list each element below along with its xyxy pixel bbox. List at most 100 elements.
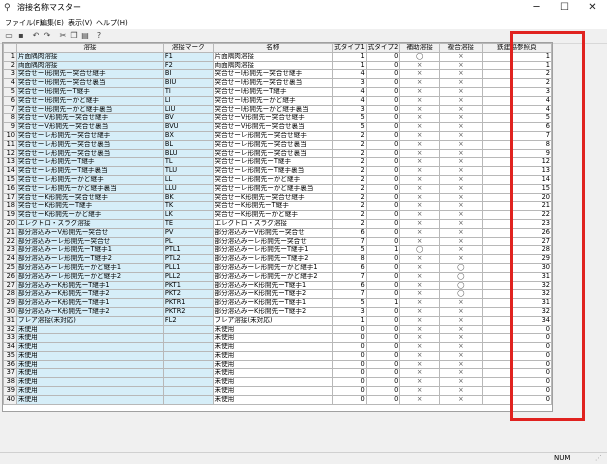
- name-cell[interactable]: 突合せーK形開先ーT継手: [212, 201, 334, 212]
- compound-cell[interactable]: ×: [439, 86, 483, 97]
- name-cell[interactable]: 突合せーK形開先ーかど継手: [212, 210, 334, 220]
- data-grid[interactable]: 溶接 溶接マーク 名称 式タイプ1 式タイプ2 補助溶接 複合溶接 鉄建協参照頁…: [2, 42, 553, 412]
- compound-cell[interactable]: ×: [439, 192, 483, 203]
- type2-cell[interactable]: 0: [365, 368, 401, 379]
- open-icon[interactable]: ▭: [4, 31, 14, 41]
- type1-cell[interactable]: 1: [332, 315, 367, 326]
- type2-cell[interactable]: 0: [365, 271, 401, 282]
- name-cell[interactable]: 突合せーレ形開先ーかど継手: [212, 174, 334, 185]
- maximize-button[interactable]: ☐: [551, 0, 578, 17]
- type2-cell[interactable]: 0: [365, 148, 401, 159]
- type1-cell[interactable]: 2: [332, 157, 367, 168]
- close-button[interactable]: ✕: [579, 0, 606, 17]
- compound-cell[interactable]: ×: [439, 183, 483, 194]
- weld-cell[interactable]: 突合せーレ形開先ー突合せ裏当: [15, 139, 164, 150]
- table-row[interactable]: 18 突合せーK形開先ーT継手 TK 突合せーK形開先ーT継手 2 0 × × 21: [3, 201, 552, 212]
- weld-cell[interactable]: 突合せーI形開先ー突合せ裏当: [15, 78, 164, 88]
- aux-cell[interactable]: ×: [399, 210, 441, 220]
- table-row[interactable]: 28 部分溶込みーK形開先ーT継手2 PKT2 部分溶込みーK形開先ーT継手2 7 0 × ◯…: [3, 289, 552, 300]
- type1-cell[interactable]: 4: [332, 95, 367, 106]
- compound-cell[interactable]: ×: [439, 306, 483, 317]
- type1-cell[interactable]: 7: [332, 271, 367, 282]
- type2-cell[interactable]: 0: [365, 350, 401, 361]
- name-cell[interactable]: 突合せーI形開先ーかど継手裏当: [212, 104, 334, 115]
- table-row[interactable]: 9 突合せーV形開先ー突合せ裏当 BVU 突合せーV形開先ー突合せ裏当 5 0 × × 6: [3, 122, 552, 132]
- copy-icon[interactable]: ❐: [69, 31, 79, 41]
- table-row[interactable]: 13 突合せーレ形開先ーT継手 TL 突合せーレ形開先ーT継手 2 0 × × 12: [3, 157, 552, 168]
- aux-cell[interactable]: ×: [399, 174, 441, 185]
- name-cell[interactable]: 部分溶込みーV形開先ー突合せ: [212, 227, 334, 238]
- type2-cell[interactable]: 0: [365, 60, 401, 71]
- aux-cell[interactable]: ×: [399, 183, 441, 194]
- compound-cell[interactable]: ◯: [439, 262, 483, 273]
- mark-cell[interactable]: PLL1: [162, 262, 214, 273]
- compound-cell[interactable]: ×: [439, 245, 483, 256]
- help-icon[interactable]: ?: [94, 31, 104, 41]
- table-row[interactable]: 34 未使用 未使用 0 0 × × 0: [3, 342, 552, 352]
- table-row[interactable]: 26 部分溶込みーレ形開先ーかど継手2 PLL2 部分溶込みーレ形開先ーかど継手2 7 0…: [3, 271, 552, 282]
- aux-cell[interactable]: ×: [399, 359, 441, 370]
- name-cell[interactable]: 突合せーI形開先ーT継手: [212, 86, 334, 97]
- type2-cell[interactable]: 1: [365, 298, 401, 308]
- name-cell[interactable]: エレクトロ・スラグ溶接: [212, 218, 334, 229]
- type1-cell[interactable]: 5: [332, 245, 367, 256]
- weld-cell[interactable]: 突合せーレ形開先ー突合せ裏当: [15, 148, 164, 159]
- weld-cell[interactable]: 部分溶込みーK形開先ーT継手2: [15, 306, 164, 317]
- name-cell[interactable]: 両面隅肉溶接: [212, 60, 334, 71]
- mark-cell[interactable]: [162, 359, 214, 370]
- menu-view[interactable]: 表示(V): [66, 18, 94, 28]
- name-cell[interactable]: 未使用: [212, 386, 334, 396]
- type2-cell[interactable]: 0: [365, 69, 401, 80]
- mark-cell[interactable]: FL2: [162, 315, 214, 326]
- table-row[interactable]: 1 片面隅肉溶接 F1 片面隅肉溶接 1 0 ◯ × 1: [3, 51, 552, 62]
- type2-cell[interactable]: 0: [365, 333, 401, 344]
- name-cell[interactable]: 突合せーI形開先ー突合せ継手: [212, 69, 334, 80]
- compound-cell[interactable]: ×: [439, 333, 483, 344]
- type1-cell[interactable]: 4: [332, 86, 367, 97]
- type2-cell[interactable]: 0: [365, 254, 401, 264]
- compound-cell[interactable]: ×: [439, 315, 483, 326]
- weld-cell[interactable]: 突合せーレ形開先ーかど継手: [15, 174, 164, 185]
- table-row[interactable]: 37 未使用 未使用 0 0 × × 0: [3, 368, 552, 379]
- table-row[interactable]: 33 未使用 未使用 0 0 × × 0: [3, 333, 552, 344]
- type1-cell[interactable]: 3: [332, 104, 367, 115]
- table-row[interactable]: 30 部分溶込みーK形開先ーT継手2 PKTR2 部分溶込みーK形開先ーT継手2 3 0 ×…: [3, 306, 552, 317]
- table-row[interactable]: 38 未使用 未使用 0 0 × × 0: [3, 377, 552, 388]
- aux-cell[interactable]: ×: [399, 236, 441, 247]
- mark-cell[interactable]: TLU: [162, 166, 214, 176]
- mark-cell[interactable]: TK: [162, 201, 214, 212]
- compound-cell[interactable]: ×: [439, 359, 483, 370]
- type2-cell[interactable]: 0: [365, 157, 401, 168]
- aux-cell[interactable]: ×: [399, 122, 441, 132]
- weld-cell[interactable]: 部分溶込みーレ形開先ーT継手2: [15, 254, 164, 264]
- type1-cell[interactable]: 2: [332, 174, 367, 185]
- aux-cell[interactable]: ×: [399, 130, 441, 141]
- type2-cell[interactable]: 0: [365, 210, 401, 220]
- aux-cell[interactable]: ×: [399, 104, 441, 115]
- mark-cell[interactable]: TE: [162, 218, 214, 229]
- aux-cell[interactable]: ×: [399, 69, 441, 80]
- type1-cell[interactable]: 6: [332, 227, 367, 238]
- table-row[interactable]: 21 部分溶込みーV形開先ー突合せ PV 部分溶込みーV形開先ー突合せ 6 0 × × 26: [3, 227, 552, 238]
- type1-cell[interactable]: 5: [332, 298, 367, 308]
- type1-cell[interactable]: 6: [332, 280, 367, 291]
- name-cell[interactable]: 突合せーI形開先ー突合せ裏当: [212, 78, 334, 88]
- aux-cell[interactable]: ◯: [399, 51, 441, 62]
- name-cell[interactable]: 部分溶込みーレ形開先ーT継手2: [212, 254, 334, 264]
- type1-cell[interactable]: 7: [332, 289, 367, 300]
- compound-cell[interactable]: ◯: [439, 289, 483, 300]
- compound-cell[interactable]: ×: [439, 157, 483, 168]
- table-row[interactable]: 39 未使用 未使用 0 0 × × 0: [3, 386, 552, 396]
- type1-cell[interactable]: 0: [332, 377, 367, 388]
- compound-cell[interactable]: ×: [439, 201, 483, 212]
- save-icon[interactable]: ▪: [16, 31, 26, 41]
- mark-cell[interactable]: PTL2: [162, 254, 214, 264]
- aux-cell[interactable]: ×: [399, 60, 441, 71]
- type1-cell[interactable]: 5: [332, 113, 367, 124]
- paste-icon[interactable]: ▤: [80, 31, 90, 41]
- header-type2[interactable]: 式タイプ2: [365, 43, 401, 53]
- name-cell[interactable]: 未使用: [212, 350, 334, 361]
- name-cell[interactable]: 部分溶込みーK形開先ーT継手1: [212, 298, 334, 308]
- table-row[interactable]: 40 未使用 未使用 0 0 × × 0: [3, 394, 552, 405]
- aux-cell[interactable]: ×: [399, 306, 441, 317]
